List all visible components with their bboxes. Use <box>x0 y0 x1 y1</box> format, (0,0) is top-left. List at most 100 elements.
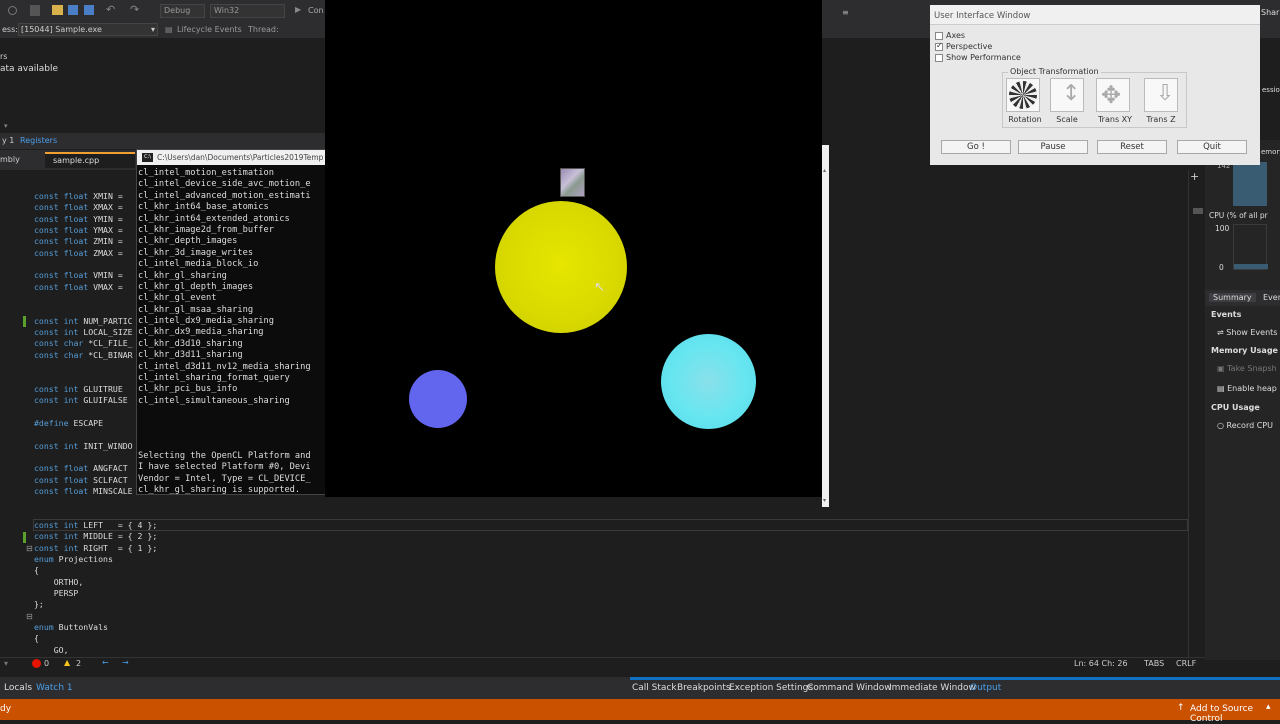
warning-icon[interactable]: ▲ <box>64 658 70 667</box>
console-line: cl_khr_3d_image_writes <box>138 247 254 258</box>
tab-memory[interactable]: y 1 <box>2 136 14 145</box>
console-extensions: cl_intel_motion_estimation cl_intel_devic… <box>138 168 311 407</box>
tab-immediate-window[interactable]: Immediate Window <box>889 683 976 693</box>
take-snapshot-button[interactable]: ▣ Take Snapsh <box>1217 364 1277 373</box>
console-line: cl_khr_image2d_from_buffer <box>138 224 274 235</box>
console-line: I have selected Platform #0, Devi <box>138 462 311 473</box>
current-line-highlight <box>33 519 1188 531</box>
tabs-label[interactable]: TABS <box>1144 659 1164 668</box>
add-icon[interactable]: + <box>1190 170 1199 183</box>
checkbox-box[interactable] <box>935 53 943 62</box>
rotation-tool[interactable] <box>1006 78 1040 112</box>
code-line: }; <box>34 599 44 610</box>
console-line: cl_khr_gl_sharing is supported. <box>138 485 301 496</box>
pause-button[interactable]: Pause <box>1018 140 1088 154</box>
show-events-link[interactable]: ⇌ Show Events <box>1217 328 1277 337</box>
code-line: enum ButtonVals <box>34 622 108 633</box>
save-all-icon[interactable] <box>84 5 94 15</box>
console-line: cl_khr_d3d11_sharing <box>138 350 243 361</box>
opengl-render-window[interactable]: ↖ <box>325 0 822 497</box>
continue-button[interactable]: Con <box>308 6 324 15</box>
render-window-scrollbar[interactable]: ▴ ▾ <box>822 145 829 507</box>
editor-scrollbar[interactable]: + <box>1188 170 1205 658</box>
lifecycle-events-label[interactable]: Lifecycle Events <box>177 25 242 34</box>
reset-button[interactable]: Reset <box>1097 140 1167 154</box>
trans-z-tool[interactable]: ⇩ <box>1144 78 1178 112</box>
enable-heap-button[interactable]: ▤ Enable heap <box>1217 384 1277 393</box>
vertical-arrow-icon: ↕ <box>1062 81 1081 106</box>
cpu-min-label: 0 <box>1219 263 1224 272</box>
forward-icon[interactable]: → <box>122 658 129 667</box>
share-button[interactable]: Shar <box>1261 8 1279 17</box>
tab-sample-cpp[interactable]: sample.cpp <box>45 152 135 168</box>
toolbar-overflow-icon[interactable]: ≡ <box>842 8 849 17</box>
console-line: cl_khr_int64_base_atomics <box>138 202 269 213</box>
quit-button[interactable]: Quit <box>1177 140 1247 154</box>
tab-watch-1[interactable]: Watch 1 <box>36 683 73 693</box>
navigate-icon[interactable] <box>8 6 17 15</box>
cpu-graph-title: CPU (% of all pr <box>1209 211 1268 220</box>
ui-window-title-bar[interactable]: User Interface Window <box>930 5 1260 25</box>
record-cpu-button[interactable]: ○ Record CPU <box>1217 421 1273 430</box>
console-window[interactable]: C:\ C:\Users\dan\Documents\Particles2019… <box>136 149 330 496</box>
checkbox-perspective[interactable]: ✓ Perspective <box>935 40 992 51</box>
console-line: cl_khr_pci_bus_info <box>138 384 238 395</box>
tab-locals[interactable]: Locals <box>4 683 32 693</box>
chevron-up-icon[interactable]: ▴ <box>823 167 826 174</box>
memory-label: emory <box>1261 148 1280 156</box>
tab-call-stack[interactable]: Call Stack <box>632 683 677 693</box>
checkbox-box[interactable] <box>935 31 943 40</box>
console-line: cl_intel_sharing_format_query <box>138 373 290 384</box>
chevron-up-icon: ▴ <box>1266 702 1271 712</box>
scroll-thumb[interactable] <box>1193 208 1203 214</box>
console-line: cl_khr_gl_msaa_sharing <box>138 304 254 315</box>
config-select[interactable]: Debug <box>160 4 205 18</box>
checkbox-show-performance[interactable]: Show Performance <box>935 53 1021 62</box>
collapse-icon[interactable]: ⊟ <box>26 612 33 621</box>
chevron-down-icon[interactable]: ▾ <box>823 497 826 504</box>
console-line: cl_khr_depth_images <box>138 236 238 247</box>
output-line-2: ata available <box>0 64 59 74</box>
error-count[interactable]: 0 <box>44 659 49 668</box>
particle-emitter <box>560 168 585 197</box>
editor-status-line: ▾ 0 ▲ 2 ← → Ln: 64 Ch: 26 TABS CRLF <box>0 657 1205 670</box>
redo-icon[interactable]: ↷ <box>130 3 139 16</box>
tab-output[interactable]: Output <box>970 683 1001 693</box>
eol-label[interactable]: CRLF <box>1176 659 1196 668</box>
collapse-icon[interactable]: ⊟ <box>26 544 33 553</box>
go-button[interactable]: Go ! <box>941 140 1011 154</box>
check-icon: ✓ <box>936 40 943 50</box>
status-text: dy <box>0 704 12 714</box>
checkbox-box[interactable]: ✓ <box>935 40 943 51</box>
save-icon[interactable] <box>68 5 78 15</box>
play-icon[interactable]: ▶ <box>295 5 301 14</box>
splitter[interactable]: ▾ <box>0 122 330 133</box>
trans-xy-tool[interactable]: ✥ <box>1096 78 1130 112</box>
error-icon[interactable] <box>32 659 41 668</box>
tab-breakpoints[interactable]: Breakpoints <box>677 683 731 693</box>
cpu-usage-header: CPU Usage <box>1211 403 1260 412</box>
new-file-icon[interactable] <box>30 5 40 16</box>
tab-exception-settings[interactable]: Exception Settings <box>729 683 813 693</box>
checkbox-axes[interactable]: Axes <box>935 31 965 40</box>
console-title-bar[interactable]: C:\ C:\Users\dan\Documents\Particles2019… <box>137 150 330 165</box>
process-select[interactable]: [15044] Sample.exe ▾ <box>18 23 158 36</box>
user-interface-window[interactable]: User Interface Window Axes ✓ Perspective … <box>930 5 1260 165</box>
warning-count[interactable]: 2 <box>76 659 81 668</box>
tab-registers[interactable]: Registers <box>20 136 57 145</box>
camera-icon: ▣ <box>1217 364 1228 373</box>
back-icon[interactable]: ← <box>102 658 109 667</box>
tab-events[interactable]: Events <box>1263 293 1280 302</box>
tab-command-window[interactable]: Command Window <box>807 683 892 693</box>
lifecycle-icon: ▤ <box>165 25 173 34</box>
scale-tool[interactable]: ↕ <box>1050 78 1084 112</box>
console-line: cl_khr_d3d10_sharing <box>138 338 243 349</box>
tab-summary[interactable]: Summary <box>1209 293 1256 302</box>
tab-disassembly[interactable]: mbly <box>0 155 20 164</box>
platform-select[interactable]: Win32 <box>210 4 285 18</box>
open-folder-icon[interactable] <box>52 5 63 15</box>
vertical-arrow-icon: ⇩ <box>1156 81 1175 106</box>
undo-icon[interactable]: ↶ <box>106 3 115 16</box>
cyan-sphere <box>661 334 756 429</box>
